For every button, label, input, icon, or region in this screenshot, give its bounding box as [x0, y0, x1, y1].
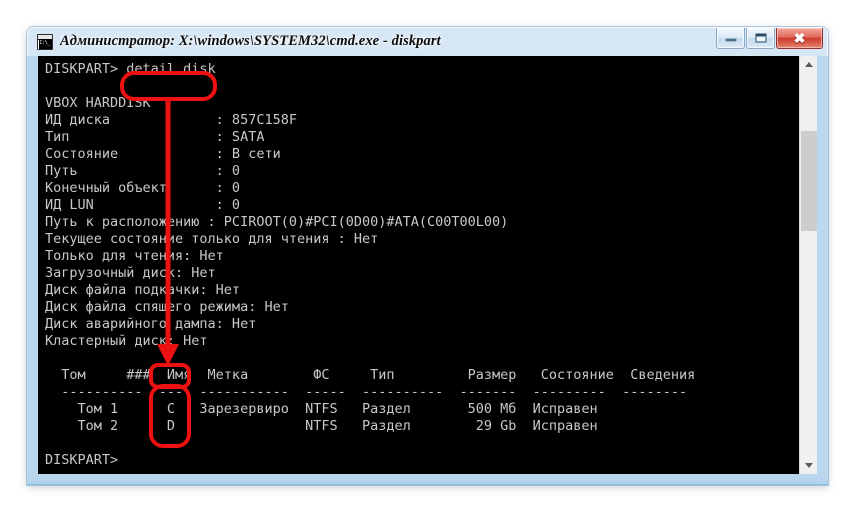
cmd-diskpart-window: Администратор: X:\windows\SYSTEM32\cmd.e… — [27, 27, 828, 485]
window-bottom-edge — [27, 473, 828, 485]
console-line: VBOX HARDDISK — [45, 95, 151, 111]
close-button[interactable]: ✖ — [776, 28, 823, 49]
scroll-up-button[interactable] — [800, 56, 817, 73]
maximize-button[interactable] — [746, 28, 775, 49]
console-line: Загрузочный диск: Нет — [45, 265, 216, 281]
console-line: Диск аварийного дампа: Нет — [45, 316, 257, 332]
console-line: DISKPART> detail disk — [45, 61, 216, 77]
window-title-text: Администратор: X:\windows\SYSTEM32\cmd.e… — [60, 33, 441, 49]
console-line: Конечный объект : 0 — [45, 180, 241, 196]
console-line: Путь к расположению : PCIROOT(0)#PCI(0D0… — [45, 214, 509, 230]
console-line: Диск файла спящего режима: Нет — [45, 299, 289, 315]
cmd-console-icon — [37, 33, 53, 50]
minimize-icon — [725, 38, 736, 42]
console-line: ИД диска : 857C158F — [45, 112, 297, 128]
console-line: ИД LUN : 0 — [45, 197, 241, 213]
console-line: Текущее состояние только для чтения : Не… — [45, 231, 379, 247]
console-line: DISKPART> — [45, 452, 119, 468]
console-line: ---------- --- ----------- ----- -------… — [45, 384, 688, 400]
window-left-edge — [27, 56, 38, 474]
window-controls: ✖ — [716, 28, 823, 49]
window-title-bar[interactable]: Администратор: X:\windows\SYSTEM32\cmd.e… — [27, 27, 828, 56]
console-scrollbar[interactable] — [799, 56, 817, 474]
scrollbar-thumb[interactable] — [801, 131, 817, 231]
console-line: Только для чтения: Нет — [45, 248, 224, 264]
console-line: Тип : SATA — [45, 129, 265, 145]
console-line: Диск файла подкачки: Нет — [45, 282, 241, 298]
minimize-button[interactable] — [716, 28, 745, 49]
chevron-down-icon — [804, 463, 813, 468]
maximize-icon — [755, 33, 766, 43]
chevron-up-icon — [804, 62, 813, 67]
console-line: Состояние : В сети — [45, 146, 281, 162]
console-line: Кластерный диск: Нет — [45, 333, 208, 349]
desktop-background: Администратор: X:\windows\SYSTEM32\cmd.e… — [0, 0, 855, 514]
scrollbar-track-top[interactable] — [800, 73, 817, 131]
close-icon: ✖ — [793, 30, 806, 46]
console-line: Том 1 C Зарезервиро NTFS Раздел 500 Мб И… — [45, 401, 598, 417]
console-line: Том ### Имя Метка ФС Тип Размер Состояни… — [45, 367, 696, 383]
window-right-edge — [817, 56, 828, 474]
scrollbar-track-bottom[interactable] — [800, 231, 817, 457]
console-line: Путь : 0 — [45, 163, 241, 179]
console-output-area[interactable]: DISKPART> detail disk VBOX HARDDISK ИД дис… — [38, 56, 817, 474]
console-text: DISKPART> detail disk VBOX HARDDISK ИД дис… — [45, 61, 695, 469]
scroll-down-button[interactable] — [800, 457, 817, 474]
console-line: Том 2 D NTFS Раздел 29 Gb Исправен — [45, 418, 598, 434]
